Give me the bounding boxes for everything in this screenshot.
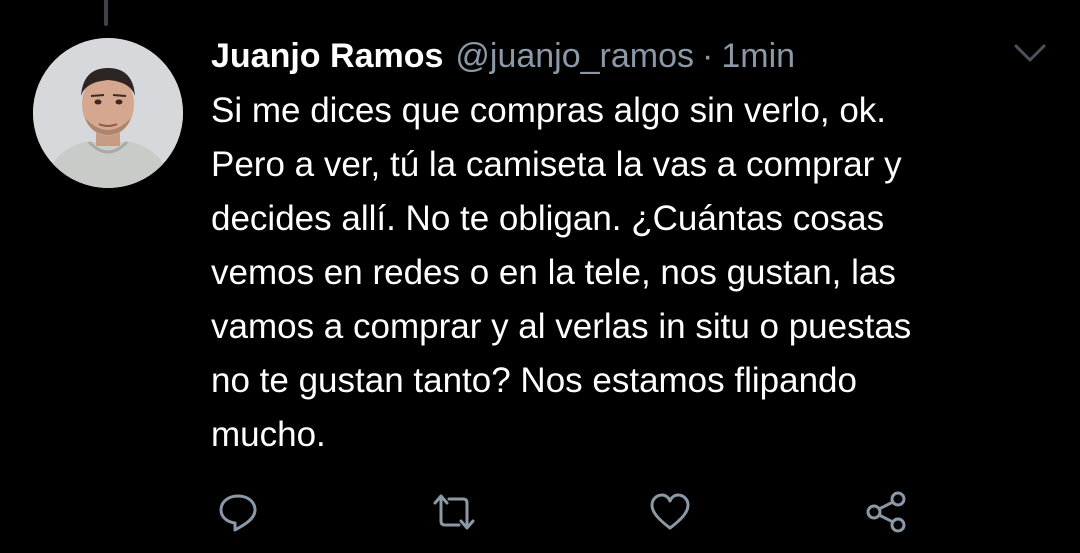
share-icon bbox=[866, 491, 906, 533]
tweet-text: Si me dices que compras algo sin verlo, … bbox=[211, 91, 912, 454]
avatar[interactable] bbox=[33, 38, 183, 188]
retweet-icon bbox=[433, 494, 475, 530]
thread-connector-line bbox=[104, 0, 108, 26]
tweet-header: Juanjo Ramos @juanjo_ramos · 1min bbox=[211, 36, 795, 76]
author-name[interactable]: Juanjo Ramos bbox=[211, 36, 443, 76]
retweet-button[interactable] bbox=[430, 488, 478, 536]
like-button[interactable] bbox=[646, 488, 694, 536]
header-separator: · bbox=[702, 37, 714, 75]
reply-button[interactable] bbox=[214, 488, 262, 536]
timestamp[interactable]: 1min bbox=[721, 36, 795, 76]
chevron-down-icon[interactable] bbox=[1010, 38, 1050, 68]
share-button[interactable] bbox=[862, 488, 910, 536]
author-handle[interactable]: @juanjo_ramos bbox=[455, 36, 694, 76]
reply-bubble-icon bbox=[219, 494, 257, 532]
avatar-photo bbox=[33, 38, 183, 188]
heart-icon bbox=[650, 493, 690, 530]
